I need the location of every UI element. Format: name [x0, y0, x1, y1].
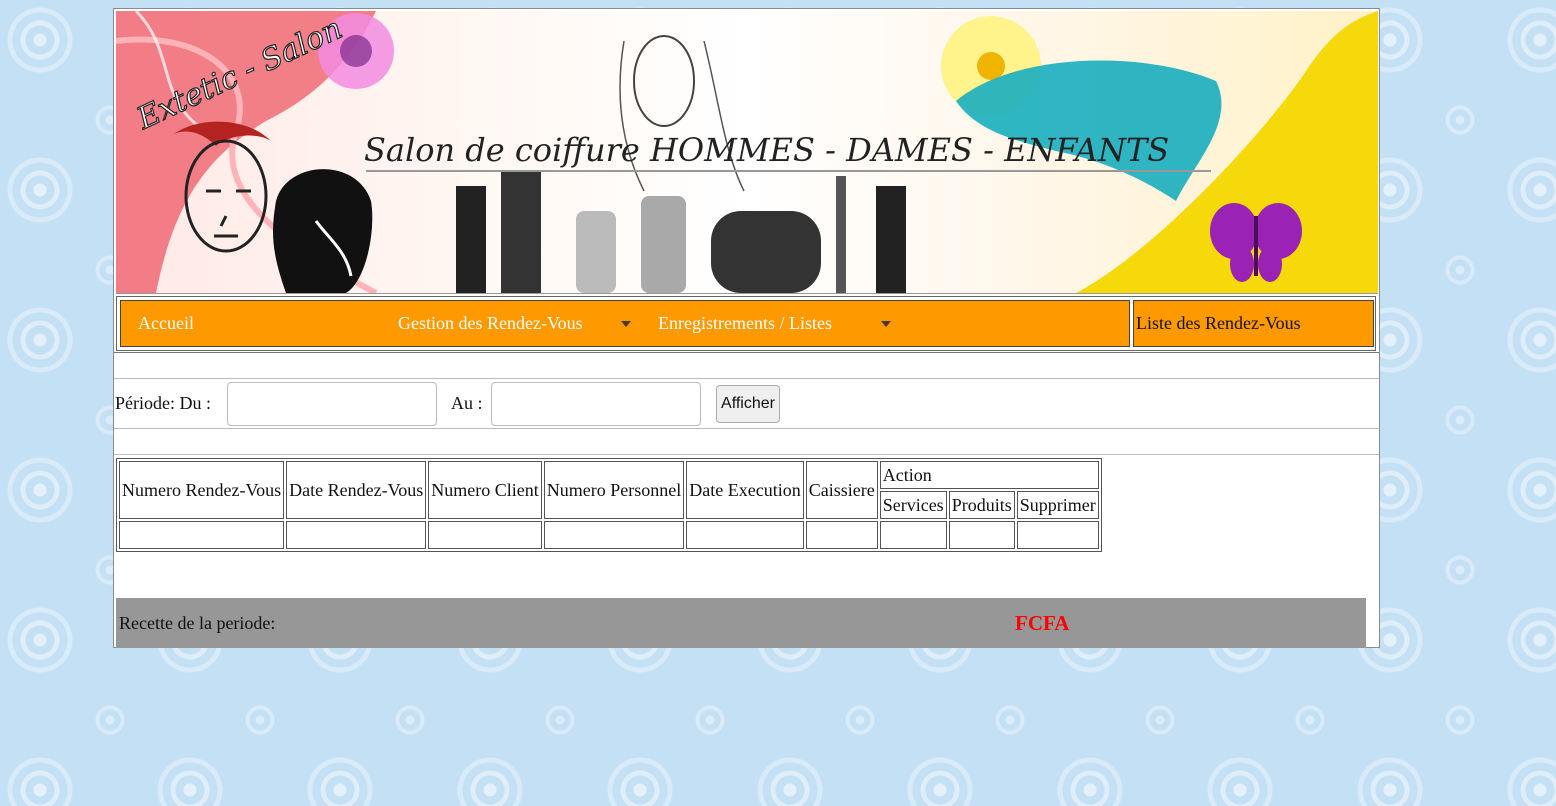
- afficher-button[interactable]: Afficher: [716, 385, 780, 423]
- menu-item-label: Enregistrements / Listes: [658, 313, 832, 333]
- recette-bar: Recette de la periode: FCFA: [116, 598, 1366, 648]
- au-label: Au :: [451, 393, 483, 413]
- table-cell: [1016, 521, 1099, 549]
- header-banner: Extetic - Salon Salon de coiffure HOMMES…: [116, 11, 1378, 294]
- dropdown-caret-icon: [621, 321, 631, 327]
- date-from-input[interactable]: [227, 382, 437, 426]
- table-cell: [948, 521, 1015, 549]
- table-cell: [543, 521, 685, 549]
- currency-label: FCFA: [1015, 611, 1070, 635]
- table-cell: [686, 521, 804, 549]
- periode-label: Période: Du :: [115, 393, 211, 413]
- column-header: Numero Client: [428, 461, 542, 519]
- nav-container: Accueil Gestion des Rendez-Vous Enregist…: [116, 296, 1376, 351]
- menu-item-enregistrements[interactable]: Enregistrements / Listes: [658, 301, 891, 346]
- page-container: Extetic - Salon Salon de coiffure HOMMES…: [113, 8, 1380, 648]
- menu-item-label: Gestion des Rendez-Vous: [398, 313, 583, 333]
- period-filter: Période: Du : Au : Afficher: [114, 380, 1379, 428]
- banner-illustration: Extetic - Salon Salon de coiffure HOMMES…: [116, 11, 1378, 293]
- banner-headline: Salon de coiffure HOMMES - DAMES - ENFAN…: [364, 131, 1169, 169]
- action-subheader: Produits: [948, 491, 1015, 519]
- page-title: Liste des Rendez-Vous: [1133, 300, 1374, 347]
- table-cell: [119, 521, 285, 549]
- column-header: Numero Personnel: [543, 461, 685, 519]
- divider: [114, 428, 1379, 429]
- table-cell: [805, 521, 878, 549]
- table-cell: [428, 521, 542, 549]
- menu-item-gestion-rdv[interactable]: Gestion des Rendez-Vous: [398, 301, 631, 346]
- table-row: [119, 521, 1099, 549]
- dropdown-caret-icon: [881, 321, 891, 327]
- hair-tools-icon: [456, 171, 906, 293]
- column-header: Date Execution: [686, 461, 804, 519]
- recette-label: Recette de la periode:: [119, 613, 276, 633]
- table-cell: [879, 521, 947, 549]
- action-subheader: Services: [879, 491, 947, 519]
- date-to-input[interactable]: [491, 382, 701, 426]
- action-header: Action: [879, 461, 1099, 489]
- main-menu: Accueil Gestion des Rendez-Vous Enregist…: [120, 300, 1130, 347]
- table-cell: [286, 521, 427, 549]
- rendez-vous-table: Numero Rendez-Vous Date Rendez-Vous Nume…: [116, 458, 1102, 552]
- divider: [114, 352, 1379, 353]
- column-header: Numero Rendez-Vous: [119, 461, 285, 519]
- divider: [114, 378, 1379, 379]
- divider: [114, 454, 1379, 455]
- column-header: Caissiere: [805, 461, 878, 519]
- woman-face-icon: [273, 169, 373, 293]
- menu-item-label: Accueil: [138, 313, 194, 333]
- menu-item-accueil[interactable]: Accueil: [138, 301, 194, 346]
- action-subheader: Supprimer: [1016, 491, 1099, 519]
- column-header: Date Rendez-Vous: [286, 461, 427, 519]
